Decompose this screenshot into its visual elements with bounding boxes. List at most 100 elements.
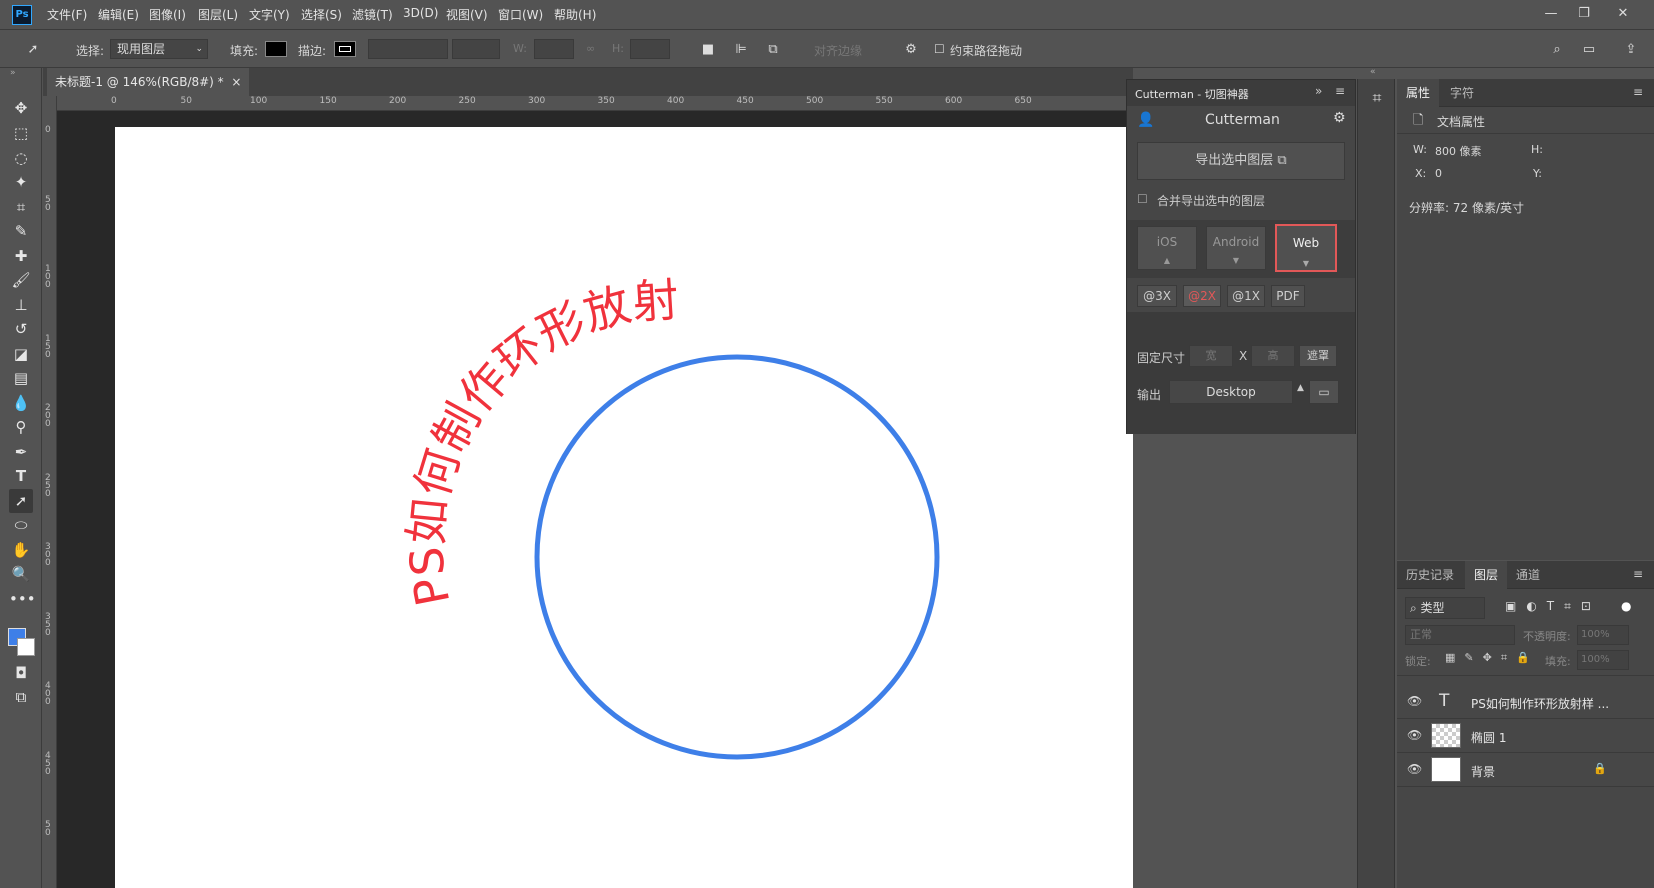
eye-icon[interactable]: 👁 xyxy=(1407,728,1422,742)
document-tab[interactable]: 未标题-1 @ 146%(RGB/8#) * × xyxy=(47,68,250,96)
layer-row-text[interactable]: 👁 T PS如何制作环形放射样 ... xyxy=(1397,686,1654,719)
scale-pdf-button[interactable]: PDF xyxy=(1271,285,1305,307)
menu-select[interactable]: 选择(S) xyxy=(301,6,342,23)
align-edges-label[interactable]: 对齐边缘 xyxy=(814,42,862,59)
layer-row-background[interactable]: 👁 背景 🔒 xyxy=(1397,754,1654,787)
tab-character[interactable]: 字符 xyxy=(1441,79,1483,107)
zoom-tool-icon[interactable]: 🔍 xyxy=(9,562,33,586)
scale-3x-button[interactable]: @3X xyxy=(1137,285,1177,307)
blend-mode-dropdown[interactable]: 正常 xyxy=(1405,625,1515,645)
menu-edit[interactable]: 编辑(E) xyxy=(98,6,139,23)
stroke-width-field[interactable] xyxy=(368,39,448,59)
path-select-tool-icon[interactable]: ➚ xyxy=(22,39,44,61)
path-alignment-icon[interactable]: ⊫ xyxy=(730,39,752,61)
lasso-tool-icon[interactable]: ◌ xyxy=(9,146,33,170)
eye-icon[interactable]: 👁 xyxy=(1407,762,1422,776)
close-tab-icon[interactable]: × xyxy=(231,75,241,89)
blue-ellipse[interactable] xyxy=(534,354,940,760)
magic-wand-icon[interactable]: ✦ xyxy=(9,170,33,194)
minimize-button[interactable]: — xyxy=(1538,3,1564,25)
menu-help[interactable]: 帮助(H) xyxy=(554,6,596,23)
panel-menu-icon[interactable]: ≡ xyxy=(1335,84,1345,98)
eraser-tool-icon[interactable]: ◪ xyxy=(9,342,33,366)
move-tool-icon[interactable]: ✥ xyxy=(9,96,33,120)
opacity-field[interactable]: 100% xyxy=(1577,625,1629,645)
lock-icons[interactable]: ▦✎✥⌗🔒 xyxy=(1445,651,1539,665)
folder-icon[interactable]: ▭ xyxy=(1309,380,1339,404)
tab-properties[interactable]: 属性 xyxy=(1397,79,1440,107)
menu-type[interactable]: 文字(Y) xyxy=(249,6,290,23)
gear-icon[interactable]: ⚙ xyxy=(900,39,922,61)
history-brush-icon[interactable]: ↺ xyxy=(9,317,33,341)
search-icon[interactable]: ⌕ xyxy=(1546,39,1568,61)
tab-channels[interactable]: 通道 xyxy=(1507,561,1549,589)
healing-brush-icon[interactable]: ✚ xyxy=(9,244,33,268)
settings-gear-icon[interactable]: ⚙ xyxy=(1333,110,1346,126)
fill-field[interactable]: 100% xyxy=(1577,650,1629,670)
fill-swatch[interactable] xyxy=(265,41,287,57)
screen-mode-icon[interactable]: ⧉ xyxy=(9,685,33,709)
merge-export-checkbox[interactable]: ☐ xyxy=(1137,192,1148,206)
filter-icons[interactable]: ▣◐T⌗⊡ xyxy=(1505,599,1601,614)
fixed-width-field[interactable]: 宽 xyxy=(1189,345,1233,367)
user-icon[interactable]: 👤 xyxy=(1137,112,1154,128)
canvas-area[interactable]: PS如何制作环形放射 xyxy=(57,111,1133,888)
document-canvas[interactable]: PS如何制作环形放射 xyxy=(115,127,1133,888)
menu-file[interactable]: 文件(F) xyxy=(47,6,87,23)
restore-button[interactable]: ❐ xyxy=(1571,3,1597,25)
select-dropdown[interactable]: 现用图层 ⌄ xyxy=(110,39,208,59)
filter-toggle-icon[interactable]: ● xyxy=(1621,599,1631,613)
stroke-type-field[interactable] xyxy=(452,39,500,59)
hand-tool-icon[interactable]: ✋ xyxy=(9,538,33,562)
dodge-tool-icon[interactable]: ⚲ xyxy=(9,415,33,439)
menu-3d[interactable]: 3D(D) xyxy=(403,6,438,20)
panel-menu-icon[interactable]: ≡ xyxy=(1633,85,1643,99)
stroke-swatch[interactable] xyxy=(334,41,356,57)
crop-panel-icon[interactable]: ⌗ xyxy=(1365,86,1389,110)
height-field[interactable] xyxy=(630,39,670,59)
layer-filter-dropdown[interactable]: ⌕ 类型 xyxy=(1405,597,1485,619)
export-selected-layer-button[interactable]: 导出选中图层 ⧉ xyxy=(1137,142,1345,180)
brush-tool-icon[interactable]: 🖌 xyxy=(9,268,33,292)
type-tool-icon[interactable]: T xyxy=(9,464,33,488)
platform-web-button[interactable]: Web ▼ xyxy=(1275,224,1337,272)
constrain-path-checkbox[interactable]: ☐ xyxy=(934,42,945,56)
platform-android-button[interactable]: Android ▼ xyxy=(1206,226,1266,270)
expand-icon[interactable]: « xyxy=(1370,67,1376,77)
share-icon[interactable]: ⇪ xyxy=(1620,39,1642,61)
quick-mask-icon[interactable]: ◘ xyxy=(9,661,33,685)
menu-window[interactable]: 窗口(W) xyxy=(498,6,543,23)
output-up-arrow-icon[interactable]: ▲ xyxy=(1297,383,1304,393)
gradient-tool-icon[interactable]: ▤ xyxy=(9,366,33,390)
path-arrangement-icon[interactable]: ⧉ xyxy=(762,39,784,61)
eyedropper-icon[interactable]: ✎ xyxy=(9,219,33,243)
clone-stamp-icon[interactable]: ⊥ xyxy=(9,293,33,317)
path-operations-icon[interactable]: ■ xyxy=(697,39,719,61)
output-dropdown[interactable]: Desktop xyxy=(1169,380,1293,404)
link-icon[interactable]: ∞ xyxy=(586,42,595,55)
marquee-tool-icon[interactable]: ⬚ xyxy=(9,121,33,145)
more-tools-icon[interactable]: ••• xyxy=(9,587,36,611)
width-field[interactable] xyxy=(534,39,574,59)
scale-1x-button[interactable]: @1X xyxy=(1227,285,1265,307)
menu-filter[interactable]: 滤镜(T) xyxy=(352,6,393,23)
ellipse-tool-icon[interactable]: ⬭ xyxy=(9,513,33,537)
collapse-panel-icon[interactable]: » xyxy=(1315,84,1322,98)
scale-2x-button[interactable]: @2X xyxy=(1183,285,1221,307)
crop-tool-icon[interactable]: ⌗ xyxy=(9,195,33,219)
path-selection-tool-icon[interactable]: ➚ xyxy=(9,489,33,513)
blur-tool-icon[interactable]: 💧 xyxy=(9,391,33,415)
panel-menu-icon[interactable]: ≡ xyxy=(1633,567,1643,581)
layer-row-ellipse[interactable]: 👁 椭圆 1 xyxy=(1397,720,1654,753)
collapse-icon[interactable]: » xyxy=(10,68,16,78)
eye-icon[interactable]: 👁 xyxy=(1407,694,1422,708)
close-window-button[interactable]: ✕ xyxy=(1610,3,1636,25)
pen-tool-icon[interactable]: ✒ xyxy=(9,440,33,464)
workspace-icon[interactable]: ▭ xyxy=(1578,39,1600,61)
background-color-swatch[interactable] xyxy=(17,638,35,656)
tab-history[interactable]: 历史记录 xyxy=(1397,561,1463,589)
menu-view[interactable]: 视图(V) xyxy=(446,6,488,23)
platform-ios-button[interactable]: iOS ▲ xyxy=(1137,226,1197,270)
menu-layer[interactable]: 图层(L) xyxy=(198,6,238,23)
fixed-height-field[interactable]: 高 xyxy=(1251,345,1295,367)
